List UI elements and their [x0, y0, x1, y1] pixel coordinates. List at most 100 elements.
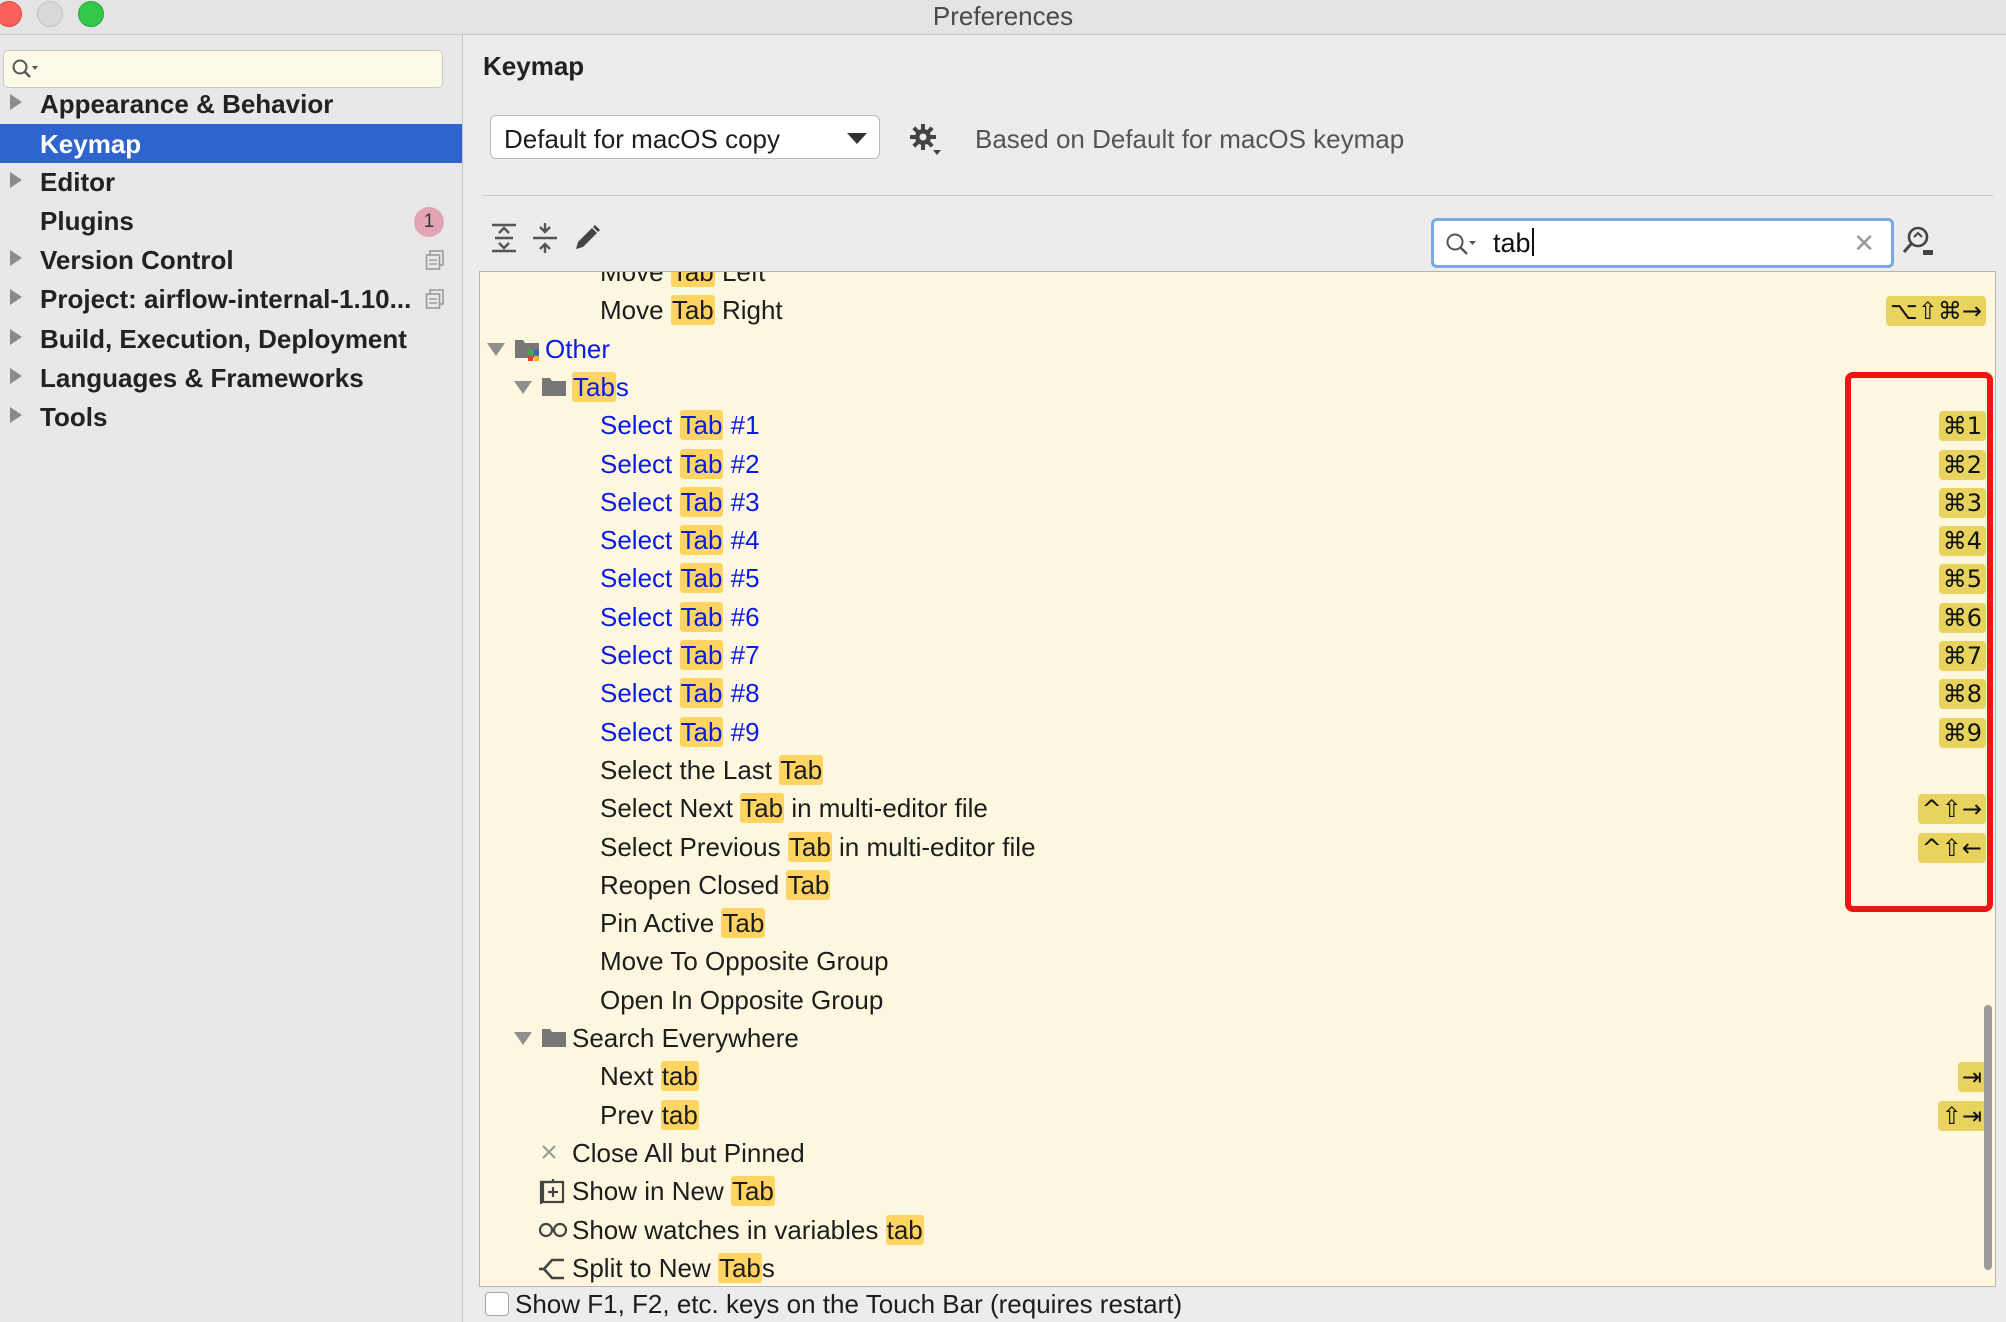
action-label-text: Select Previous	[600, 831, 788, 862]
tree-action-row[interactable]: Move To Opposite Group	[480, 943, 1995, 981]
tree-action-row[interactable]: Select Tab #7 ⌘7	[480, 637, 1995, 675]
keymap-scheme-select[interactable]: Default for macOS copy	[490, 115, 880, 159]
action-label: Select Previous Tab in multi-editor file	[600, 831, 1036, 863]
gear-icon[interactable]	[909, 123, 943, 162]
tree-action-row[interactable]: Select Tab #2 ⌘2	[480, 446, 1995, 484]
expand-arrow-icon[interactable]	[514, 1032, 532, 1045]
clear-search-icon[interactable]: ✕	[1853, 228, 1875, 259]
action-label-text: Reopen Closed	[600, 869, 787, 900]
tree-action-row[interactable]: Select Tab #1 ⌘1	[480, 407, 1995, 445]
search-match-highlight: Tab	[670, 295, 715, 326]
action-label-text: Select	[600, 601, 680, 632]
action-label: Select Tab #1	[600, 410, 760, 441]
action-label-text: #6	[723, 601, 760, 632]
tree-action-row[interactable]: Move Tab Right ⌥⇧⌘→	[480, 292, 1995, 330]
search-icon	[1444, 231, 1478, 262]
action-label-text: Left	[714, 271, 766, 287]
action-label: Open In Opposite Group	[600, 985, 883, 1016]
sidebar-item-label: Version Control	[40, 245, 234, 275]
tree-action-row[interactable]: Next tab ⇥	[480, 1058, 1995, 1096]
keymap-search-input[interactable]: tab ✕	[1431, 218, 1894, 268]
expand-arrow-icon[interactable]	[10, 329, 22, 345]
sidebar-item-tools[interactable]: Tools	[0, 393, 462, 442]
action-label-text: Show watches in variables	[572, 1214, 886, 1245]
tree-action-row[interactable]: Select Tab #9 ⌘9	[480, 714, 1995, 752]
tree-action-row[interactable]: Split to New Tabs	[480, 1250, 1995, 1286]
expand-arrow-icon[interactable]	[10, 289, 22, 305]
action-label: Prev tab	[600, 1099, 699, 1131]
action-label-text: Move	[600, 271, 671, 287]
tree-action-row[interactable]: Select Tab #8 ⌘8	[480, 675, 1995, 713]
sidebar-item-appearance-behavior[interactable]: Appearance & Behavior	[0, 80, 462, 129]
action-label: Show watches in variables tab	[572, 1214, 924, 1246]
tree-action-row[interactable]: Show watches in variables tab	[480, 1212, 1995, 1250]
action-label: Search Everywhere	[572, 1023, 799, 1054]
other-folder-icon	[514, 337, 544, 366]
action-label-text: Select	[600, 678, 680, 709]
tree-action-row[interactable]: Close All but Pinned	[480, 1135, 1995, 1173]
search-match-highlight: Tab	[679, 716, 724, 747]
tree-action-row[interactable]: Pin Active Tab	[480, 905, 1995, 943]
glasses-icon	[538, 1218, 568, 1245]
expand-arrow-icon[interactable]	[10, 250, 22, 266]
action-label: Select Tab #7	[600, 640, 760, 671]
expand-arrow-icon[interactable]	[10, 94, 22, 110]
action-label-text: Open In Opposite Group	[600, 984, 884, 1015]
shortcut-badge: ⇥	[1957, 1062, 1986, 1093]
keymap-panel: Keymap Default for macOS copy Based on D…	[463, 35, 2006, 1322]
expand-arrow-icon[interactable]	[10, 172, 22, 188]
expand-arrow-icon[interactable]	[487, 342, 505, 356]
touchbar-checkbox-label: Show F1, F2, etc. keys on the Touch Bar …	[515, 1289, 1183, 1319]
tree-action-row[interactable]: Select Tab #5 ⌘5	[480, 560, 1995, 598]
action-label: Select Tab #3	[600, 486, 760, 518]
tree-group-row[interactable]: Other	[480, 331, 1995, 369]
tree-action-row[interactable]: Open In Opposite Group	[480, 982, 1995, 1020]
action-label-text: Pin Active	[600, 908, 722, 939]
expand-arrow-icon[interactable]	[10, 368, 22, 384]
search-match-highlight: Tab	[670, 272, 715, 287]
touchbar-checkbox[interactable]	[485, 1292, 509, 1316]
search-match-highlight: Tab	[740, 793, 785, 824]
tree-action-row[interactable]: Select Next Tab in multi-editor file ^⇧→	[480, 790, 1995, 828]
action-label: Select the Last Tab	[600, 754, 824, 786]
search-match-highlight: Tab	[717, 1252, 762, 1283]
tree-group-row[interactable]: Search Everywhere	[480, 1020, 1995, 1058]
new-tab-icon	[538, 1179, 566, 1210]
sidebar-item-label: Build, Execution, Deployment	[40, 324, 407, 354]
expand-all-icon[interactable]	[489, 222, 519, 259]
edit-pencil-icon[interactable]	[571, 222, 601, 259]
expand-arrow-icon[interactable]	[10, 407, 22, 423]
action-label: Split to New Tabs	[572, 1252, 775, 1284]
tree-action-row[interactable]: Select Previous Tab in multi-editor file…	[480, 829, 1995, 867]
expand-arrow-icon[interactable]	[514, 380, 532, 394]
collapse-all-icon[interactable]	[530, 222, 560, 259]
tree-action-row[interactable]: Show in New Tab	[480, 1173, 1995, 1211]
search-match-highlight: Tab	[679, 563, 724, 594]
tree-action-row[interactable]: Prev tab ⇧⇥	[480, 1097, 1995, 1135]
tree-action-row[interactable]: Select Tab #4 ⌘4	[480, 522, 1995, 560]
find-by-shortcut-icon[interactable]	[1901, 223, 1935, 262]
tree-action-row[interactable]: Select the Last Tab	[480, 752, 1995, 790]
tree-action-row[interactable]: Select Tab #3 ⌘3	[480, 484, 1995, 522]
action-label-text: Show in New	[572, 1176, 731, 1207]
tree-scrollbar[interactable]	[1984, 1005, 1992, 1270]
search-match-highlight: Tab	[679, 410, 724, 441]
search-match-highlight: Tab	[679, 525, 724, 556]
action-label-text: Move To Opposite Group	[600, 946, 889, 977]
annotation-highlight-box	[1845, 372, 1993, 912]
tree-action-row[interactable]: Move Tab Left⌥⇧⌘←	[480, 271, 1995, 292]
action-label-text: Select	[600, 640, 680, 670]
action-label-text: Select Next	[600, 793, 741, 824]
search-match-highlight: tab	[660, 1099, 699, 1130]
keymap-actions-tree[interactable]: Move Tab Left⌥⇧⌘←Move Tab Right⌥⇧⌘→Other…	[479, 271, 1996, 1287]
keymap-scheme-value: Default for macOS copy	[504, 124, 780, 154]
tree-action-row[interactable]: Reopen Closed Tab	[480, 867, 1995, 905]
tree-action-row[interactable]: Select Tab #6 ⌘6	[480, 599, 1995, 637]
plugins-update-badge: 1	[414, 207, 444, 237]
action-label: Move Tab Left	[600, 271, 766, 288]
action-label: Select Tab #8	[600, 678, 760, 709]
action-label-text: #7	[723, 640, 760, 670]
action-label: Select Tab #4	[600, 525, 760, 556]
close-icon	[538, 1141, 560, 1168]
tree-group-row[interactable]: Tabs	[480, 369, 1995, 407]
